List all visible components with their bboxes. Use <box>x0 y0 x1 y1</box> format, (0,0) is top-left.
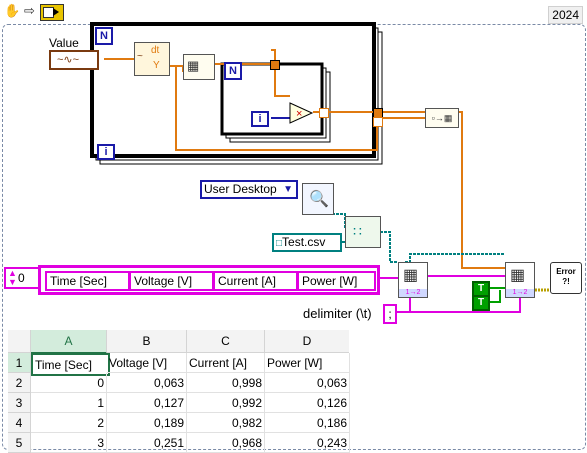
magnifier-folder-icon: 🔍 <box>309 191 329 208</box>
header-array-constant[interactable]: Time [Sec] Voltage [V] Current [A] Power… <box>38 265 380 295</box>
outer-loop-count-terminal: N <box>95 27 113 45</box>
sheet-cell[interactable]: 0,992 <box>187 393 265 413</box>
get-waveform-components-node[interactable]: ~ dt Y <box>134 42 170 76</box>
select-all-corner[interactable] <box>8 330 31 353</box>
sheet-cell[interactable]: Power [W] <box>265 353 350 373</box>
sheet-cell[interactable]: Current [A] <box>187 353 265 373</box>
sheet-cell[interactable]: 0,126 <box>265 393 350 413</box>
delimiter-label: delimiter (\t) <box>303 306 372 321</box>
get-system-directory-node[interactable]: 🔍 <box>302 183 334 215</box>
row-header[interactable]: 1 <box>8 353 31 373</box>
delimiter-constant[interactable]: ; <box>383 304 397 324</box>
grid-icon: ▦ <box>187 58 200 73</box>
directory-dropdown-value: User Desktop <box>204 182 277 196</box>
index-spinner-icon[interactable]: ▲ ▼ <box>8 269 17 287</box>
spreadsheet-write-icon-2: ▦ <box>510 267 526 284</box>
error-handler-node[interactable]: Error ?! <box>550 262 582 294</box>
array-size-node[interactable]: ▦ <box>183 54 215 80</box>
waveform-small-icon: ~ <box>137 51 143 62</box>
svg-text:×: × <box>296 108 302 120</box>
sheet-cell[interactable]: 0,063 <box>265 373 350 393</box>
pencil-icon: 1→2 <box>399 289 427 297</box>
sheet-cell[interactable]: 0,189 <box>107 413 187 433</box>
sheet-cell[interactable]: 0,186 <box>265 413 350 433</box>
row-header[interactable]: 3 <box>8 393 31 413</box>
sheet-cell[interactable]: 1 <box>31 393 107 413</box>
dt-output-label: dt <box>151 45 160 56</box>
value-control[interactable]: ~∿~ <box>49 50 99 70</box>
sheet-cell[interactable]: 0,063 <box>107 373 187 393</box>
row-header[interactable]: 2 <box>8 373 31 393</box>
system-directory-dropdown[interactable]: User Desktop ▼ <box>200 180 298 199</box>
sheet-cell[interactable]: 0,968 <box>187 433 265 453</box>
sheet-cell[interactable]: 0,127 <box>107 393 187 413</box>
write-spreadsheet-data-node[interactable]: ▦ 1→2 <box>505 262 535 298</box>
inner-loop-iteration-terminal: i <box>251 111 269 127</box>
build-path-node[interactable]: ∷ <box>345 216 381 248</box>
array-index-value: 0 <box>18 271 25 285</box>
row-header[interactable]: 4 <box>8 413 31 433</box>
dropdown-arrow-icon[interactable]: ▼ <box>283 182 293 197</box>
file-name-constant[interactable]: □Test.csv <box>272 233 342 252</box>
sheet-cell[interactable]: 0 <box>31 373 107 393</box>
header-cell-voltage[interactable]: Voltage [V] <box>129 271 214 291</box>
sheet-cell[interactable]: 0,243 <box>265 433 350 453</box>
value-label: Value <box>49 36 79 50</box>
header-cell-time[interactable]: Time [Sec] <box>45 271 130 291</box>
sheet-cell[interactable]: 2 <box>31 413 107 433</box>
sheet-cell[interactable]: Voltage [V] <box>107 353 187 373</box>
waveform-icon: ~∿~ <box>57 54 80 66</box>
write-spreadsheet-header-node[interactable]: ▦ 1→2 <box>398 262 428 298</box>
pencil-icon-2: 1→2 <box>506 289 534 297</box>
spreadsheet: A B C D 1 Time [Sec] Voltage [V] Current [A… <box>8 330 350 453</box>
outer-output-tunnel-2 <box>373 117 383 127</box>
error-label: Error ?! <box>556 267 576 286</box>
inner-loop-count-terminal: N <box>224 62 242 80</box>
transpose-true-constant[interactable]: T <box>472 295 490 311</box>
shift-register-tunnel <box>270 60 280 70</box>
build-path-icon: ∷ <box>353 223 362 239</box>
outer-loop-iteration-terminal: i <box>97 144 115 160</box>
inner-output-tunnel <box>319 108 329 118</box>
sheet-cell[interactable]: 0,998 <box>187 373 265 393</box>
header-cell-current[interactable]: Current [A] <box>213 271 298 291</box>
header-cell-power[interactable]: Power [W] <box>297 271 376 291</box>
row-header[interactable]: 5 <box>8 433 31 453</box>
sheet-cell[interactable]: 0,251 <box>107 433 187 453</box>
build-array-node[interactable]: ▫→▦ <box>425 108 459 128</box>
column-header-a[interactable]: A <box>31 330 107 354</box>
column-header-b[interactable]: B <box>107 330 187 353</box>
column-header-c[interactable]: C <box>187 330 265 353</box>
column-header-d[interactable]: D <box>265 330 349 353</box>
sheet-cell[interactable]: 0,982 <box>187 413 265 433</box>
spreadsheet-write-icon: ▦ <box>403 267 419 284</box>
sheet-cell[interactable]: 3 <box>31 433 107 453</box>
array-index-display[interactable]: ▲ ▼ 0 <box>4 267 40 289</box>
y-output-label: Y <box>153 60 160 71</box>
file-name-value: Test.csv <box>282 235 326 249</box>
build-array-icon: ▫→▦ <box>431 113 453 123</box>
